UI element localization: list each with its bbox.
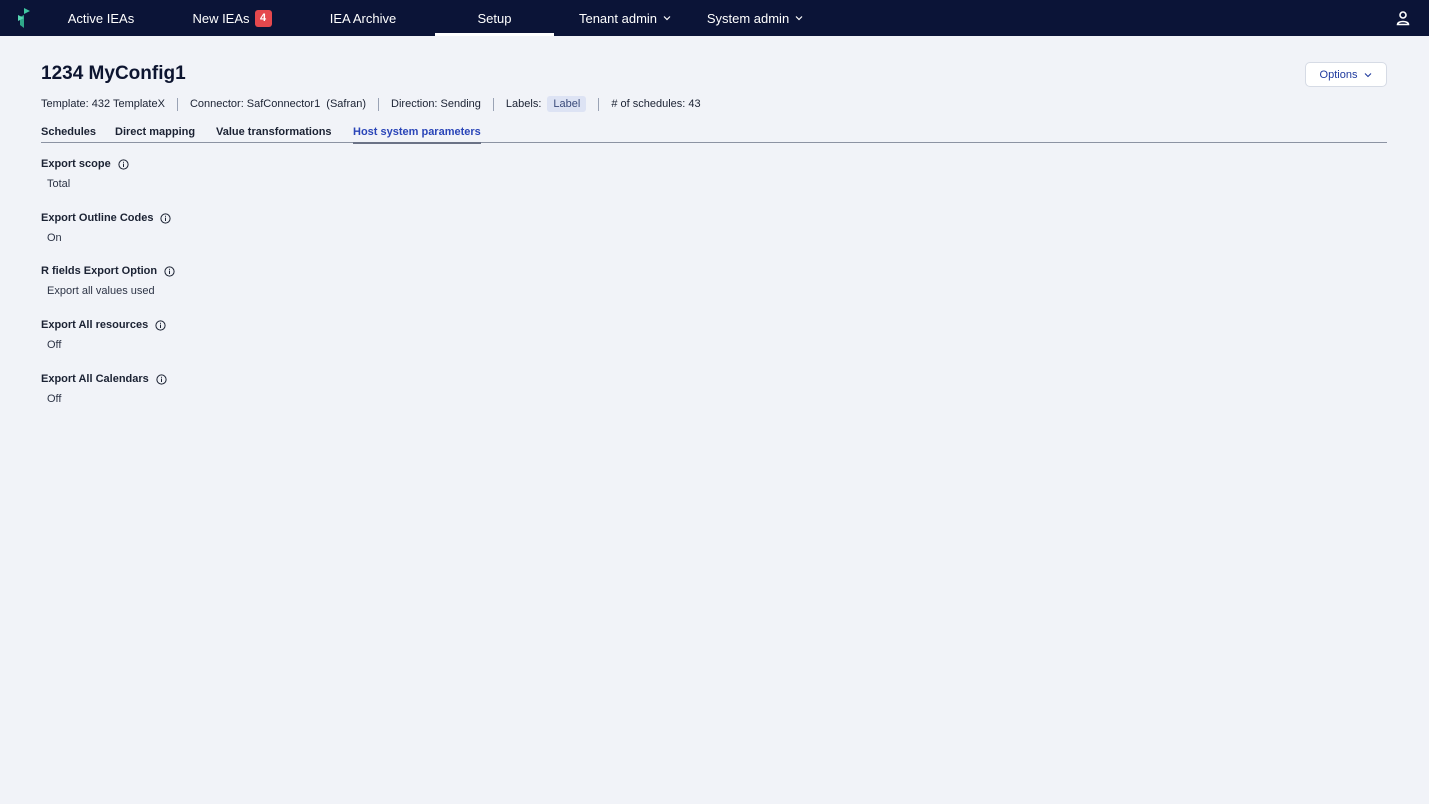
info-icon[interactable] [160,212,172,224]
nav-tenant-admin-label: Tenant admin [578,10,658,26]
options-button[interactable]: Options [1305,62,1387,87]
options-button-label: Options [1319,68,1358,81]
chevron-down-icon [663,16,671,21]
divider [378,97,380,111]
param-label: Export scope [41,158,111,170]
param-label: Export All Calendars [41,373,149,385]
nav-iea-archive-label: IEA Archive [329,10,397,26]
param-value: Off [47,393,62,405]
chevron-down-icon [795,16,803,21]
tab-host-system-parameters[interactable]: Host system parameters [353,120,481,144]
tab-value-transformations-label: Value transformations [216,125,332,138]
connector-info: Connector: SafConnector1 (Safran) [189,98,367,110]
param-export-outline-codes: Export Outline Codes On [41,211,172,244]
param-export-all-calendars: Export All Calendars Off [41,372,167,405]
tab-value-transformations[interactable]: Value transformations [216,120,332,143]
nav-new-ieas[interactable]: New IEAs 4 [184,0,280,36]
config-tabs: Schedules Direct mapping Value transform… [41,120,1387,144]
info-icon[interactable] [155,319,166,331]
param-label: Export Outline Codes [41,212,154,224]
info-icon[interactable] [156,373,167,385]
schedules-count: # of schedules: 43 [611,98,701,110]
divider [492,97,494,111]
param-value: Off [47,339,62,351]
param-value: On [47,232,62,244]
param-r-fields-export-option: R fields Export Option Export all values… [41,264,175,297]
param-export-all-resources: Export All resources Off [41,318,166,351]
divider [176,97,178,111]
new-ieas-count-badge: 4 [254,9,272,27]
nav-iea-archive[interactable]: IEA Archive [318,0,408,36]
param-label: R fields Export Option [41,265,158,277]
nav-new-ieas-label: New IEAs [192,10,250,26]
nav-setup[interactable]: Setup [435,0,554,36]
info-icon[interactable] [118,158,129,170]
param-export-scope: Export scope Total [41,157,129,190]
nav-setup-label: Setup [477,10,512,26]
divider [598,97,600,111]
tab-schedules[interactable]: Schedules [41,120,96,143]
tab-direct-mapping-label: Direct mapping [115,125,196,138]
tab-schedules-label: Schedules [41,125,97,138]
app-logo-icon[interactable] [14,6,34,30]
template-info: Template: 432 TemplateX [41,98,165,110]
user-icon[interactable] [1395,10,1411,26]
param-value: Export all values used [47,285,155,297]
nav-system-admin[interactable]: System admin [696,0,814,36]
tab-host-system-parameters-label: Host system parameters [353,125,481,138]
config-metadata: Template: 432 TemplateX Connector: SafCo… [41,95,701,113]
top-navigation-bar: Active IEAs New IEAs 4 IEA Archive Setup… [0,0,1429,36]
param-value: Total [47,178,71,190]
label-chip[interactable]: Label [547,96,587,112]
info-icon[interactable] [164,265,175,277]
param-label: Export All resources [41,319,149,331]
tab-direct-mapping[interactable]: Direct mapping [115,120,195,143]
nav-active-ieas-label: Active IEAs [67,10,135,26]
chevron-down-icon [1365,72,1372,77]
nav-system-admin-label: System admin [706,10,790,26]
nav-tenant-admin[interactable]: Tenant admin [566,0,684,36]
nav-active-ieas[interactable]: Active IEAs [58,0,144,36]
labels-title: Labels: [505,98,542,110]
direction-info: Direction: Sending [391,98,481,110]
page-title: 1234 MyConfig1 [41,63,186,84]
